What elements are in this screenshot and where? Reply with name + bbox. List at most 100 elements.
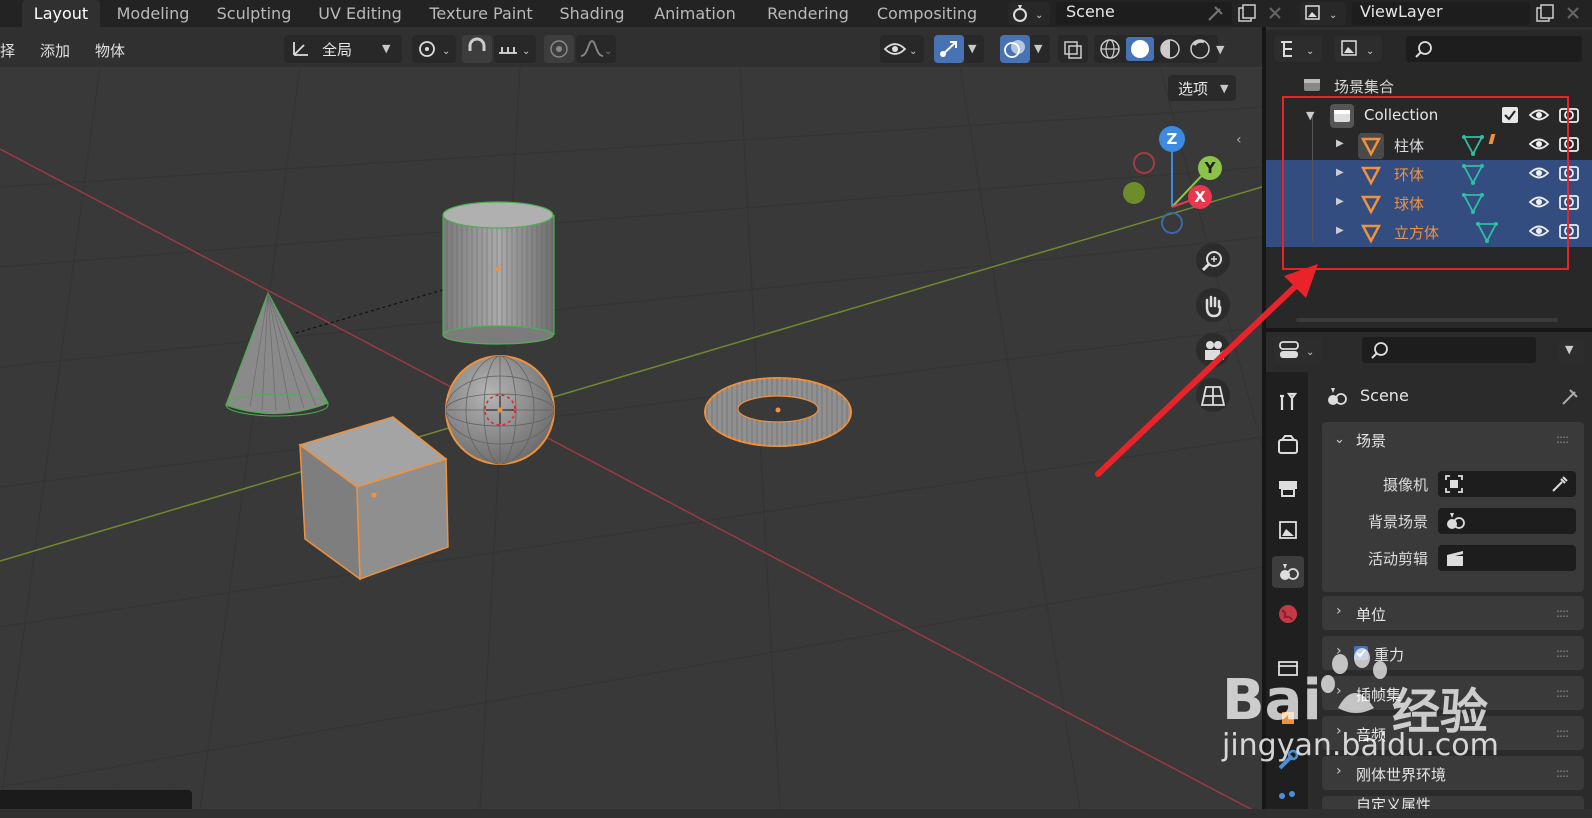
outliner-scrollbar[interactable] <box>1296 318 1558 322</box>
gizmo-x-axis[interactable]: X <box>1188 185 1212 209</box>
tab-animation[interactable]: Animation <box>640 0 750 27</box>
tab-rendering[interactable]: Rendering <box>754 0 862 27</box>
properties-editor-icon: ⌄ <box>1279 341 1314 358</box>
filter-image-icon: ⌄ <box>1341 40 1374 57</box>
view-layer-browse-button[interactable]: ⌄ <box>1300 2 1346 25</box>
gizmo-toggle[interactable] <box>934 35 964 63</box>
outliner-search-input[interactable] <box>1406 36 1582 62</box>
drag-handle-icon[interactable]: :::: <box>1556 766 1569 780</box>
options-dropdown[interactable]: 选项 ▼ <box>1168 75 1236 101</box>
new-scene-icon[interactable] <box>1236 3 1258 23</box>
material-sphere-icon <box>1160 39 1180 59</box>
tab-modeling[interactable]: Modeling <box>106 0 200 27</box>
annotation-highlight-box <box>1282 96 1569 270</box>
tab-particles[interactable] <box>1272 786 1304 818</box>
watermark-url: jingyan.baidu.com <box>1222 728 1499 763</box>
watermark-brand: Bai <box>1222 668 1322 733</box>
gizmo-y-axis[interactable]: Y <box>1198 156 1222 180</box>
chevron-down-icon[interactable]: ⌄ <box>1334 432 1345 447</box>
material-shading-button[interactable] <box>1156 37 1184 61</box>
menu-object[interactable]: 物体 <box>95 40 125 61</box>
menu-add[interactable]: 添加 <box>40 40 70 61</box>
tab-layout[interactable]: Layout <box>22 0 100 27</box>
pin-icon[interactable] <box>1206 3 1226 23</box>
tool-icon <box>1280 392 1298 410</box>
clapperboard-icon <box>1447 551 1463 566</box>
drag-handle-icon[interactable]: :::: <box>1556 432 1569 446</box>
tab-texture-paint[interactable]: Texture Paint <box>418 0 544 27</box>
overlay-toggle[interactable] <box>1000 35 1030 63</box>
torus-object[interactable] <box>704 377 852 447</box>
snap-target-dropdown[interactable]: ⌄ <box>494 35 536 63</box>
rendered-shading-button[interactable] <box>1186 37 1214 61</box>
close-view-layer-icon[interactable] <box>1564 3 1582 23</box>
pivot-point-dropdown[interactable]: ⌄ <box>412 35 456 63</box>
chevron-right-icon: › <box>1336 763 1342 779</box>
tab-world[interactable] <box>1272 598 1304 630</box>
menu-select[interactable]: 择 <box>0 40 15 61</box>
gizmo-icon <box>940 41 957 57</box>
new-view-layer-icon[interactable] <box>1534 3 1556 23</box>
baidu-paw-logo <box>1318 648 1398 718</box>
tab-view-layer[interactable] <box>1272 514 1304 546</box>
drag-handle-icon[interactable]: :::: <box>1556 686 1569 700</box>
sphere-object[interactable] <box>445 355 555 465</box>
perspective-grid-icon[interactable] <box>1200 383 1226 409</box>
snap-toggle[interactable] <box>462 35 492 63</box>
drag-handle-icon[interactable]: :::: <box>1556 726 1569 740</box>
gizmo-z-axis[interactable]: Z <box>1159 126 1185 152</box>
tab-compositing[interactable]: Compositing <box>868 0 986 27</box>
chevron-down-icon: ▼ <box>1220 82 1229 95</box>
view-layer-icon <box>1279 521 1297 539</box>
tab-uv-editing[interactable]: UV Editing <box>308 0 412 27</box>
scene-collection-label[interactable]: 场景集合 <box>1334 76 1394 97</box>
tab-shading[interactable]: Shading <box>550 0 634 27</box>
filter-dropdown[interactable]: ⌄ <box>1334 36 1382 62</box>
xray-toggle[interactable] <box>1058 35 1088 63</box>
scene-panel-title[interactable]: 场景 <box>1356 430 1386 451</box>
overlay-dropdown[interactable]: ▼ <box>1030 35 1050 63</box>
axes-icon <box>293 42 308 56</box>
rendered-sphere-icon <box>1190 39 1210 59</box>
camera-view-icon[interactable] <box>1200 338 1226 364</box>
zoom-icon[interactable] <box>1200 249 1226 273</box>
custom-properties-panel[interactable]: 自定义属性 <box>1322 796 1584 809</box>
properties-options-dropdown[interactable]: ▼ <box>1558 339 1584 363</box>
visibility-dropdown[interactable]: ⌄ <box>880 35 924 63</box>
sidebar-toggle-icon[interactable]: ‹ <box>1236 132 1242 148</box>
background-scene-field[interactable] <box>1438 508 1576 534</box>
search-icon <box>1415 41 1432 58</box>
tab-tool[interactable] <box>1272 386 1304 418</box>
camera-frame-icon <box>1445 475 1463 493</box>
shading-options-dropdown[interactable]: ▼ <box>1216 38 1224 57</box>
pan-hand-icon[interactable] <box>1200 293 1226 319</box>
drag-handle-icon[interactable]: :::: <box>1556 646 1569 660</box>
svg-text:⌄: ⌄ <box>909 46 917 57</box>
proportional-edit-toggle[interactable] <box>544 35 574 63</box>
tab-scene[interactable] <box>1272 556 1304 588</box>
properties-search-input[interactable] <box>1362 337 1536 363</box>
transform-orientation-dropdown[interactable]: 全局 ▼ <box>284 35 402 63</box>
pin-icon[interactable] <box>1560 385 1582 407</box>
transform-orientation-value: 全局 <box>322 41 353 59</box>
3d-viewport[interactable] <box>0 67 1262 809</box>
scene-icon <box>1280 564 1299 580</box>
cylinder-object[interactable] <box>442 201 555 345</box>
drag-handle-icon[interactable]: :::: <box>1556 606 1569 620</box>
close-scene-icon[interactable] <box>1266 3 1284 23</box>
active-clip-field[interactable] <box>1438 545 1576 571</box>
solid-shading-button[interactable] <box>1126 37 1154 61</box>
editor-type-dropdown[interactable]: ⌄ <box>1274 337 1322 363</box>
tab-output[interactable] <box>1272 472 1304 504</box>
chevron-down-icon: ▼ <box>1565 343 1574 356</box>
scene-collection-icon <box>1302 76 1322 94</box>
proportional-falloff-dropdown[interactable]: ⌄ <box>576 35 616 63</box>
gizmo-dropdown[interactable]: ▼ <box>964 35 984 63</box>
overlay-icon <box>1004 40 1025 58</box>
camera-field[interactable] <box>1438 471 1576 497</box>
scene-browse-button[interactable]: ⌄ <box>1008 2 1050 25</box>
tab-render[interactable] <box>1272 430 1304 462</box>
display-mode-dropdown[interactable]: ⌄ <box>1274 36 1322 62</box>
tab-sculpting[interactable]: Sculpting <box>205 0 303 27</box>
wireframe-shading-button[interactable] <box>1096 37 1124 61</box>
